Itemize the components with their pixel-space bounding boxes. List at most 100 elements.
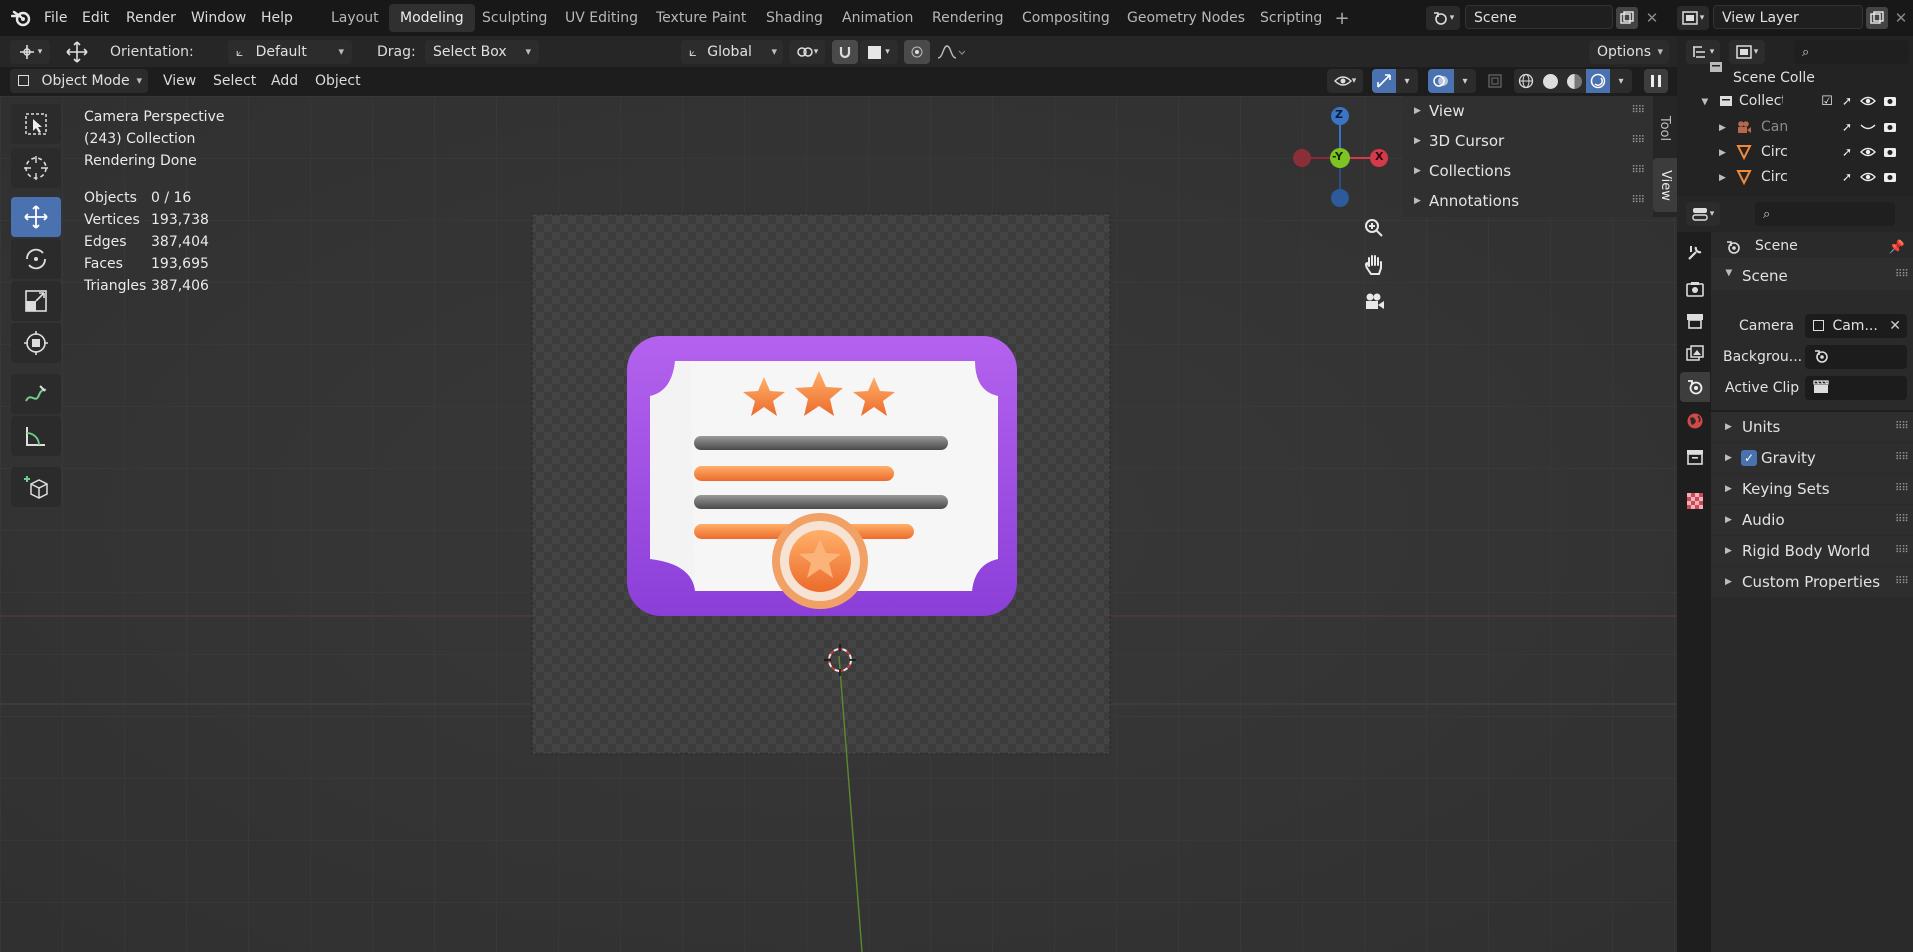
tab-geometry-nodes[interactable]: Geometry Nodes — [1116, 4, 1256, 32]
display-mode-icon[interactable]: ▾ — [1729, 40, 1765, 64]
annotate-tool[interactable] — [11, 374, 61, 414]
output-tab-icon[interactable] — [1682, 308, 1708, 334]
render-camera-icon[interactable] — [1881, 93, 1899, 109]
snap-target-icon[interactable]: ▾ — [860, 40, 898, 64]
expand-arrow-icon[interactable]: ▶ — [1699, 99, 1709, 106]
new-scene-icon[interactable] — [1616, 7, 1638, 29]
gizmo-options-icon[interactable]: ▾ — [1396, 69, 1418, 93]
transform-orientation-dropdown[interactable]: ⟀ Global ▾ — [681, 40, 783, 64]
overlay-toggle-icon[interactable] — [1428, 69, 1454, 93]
menu-window[interactable]: Window — [191, 6, 246, 30]
drag-handle-icon[interactable]: ⠿⠿ — [1631, 126, 1645, 156]
tab-scripting[interactable]: Scripting — [1249, 4, 1333, 32]
menu-render[interactable]: Render — [126, 6, 176, 30]
eye-icon[interactable] — [1859, 93, 1877, 109]
outliner-item-label[interactable]: Can — [1761, 119, 1788, 135]
drag-handle-icon[interactable]: ⠿⠿ — [1895, 483, 1909, 494]
tab-shading[interactable]: Shading — [755, 4, 834, 32]
collapse-arrow-icon[interactable]: ▶ — [1723, 270, 1733, 277]
render-camera-icon[interactable] — [1881, 169, 1899, 185]
npanel-3d-cursor[interactable]: ▶ 3D Cursor ⠿⠿ — [1404, 126, 1652, 156]
3d-viewport[interactable]: Camera Perspective (243) Collection Rend… — [0, 96, 1677, 952]
camera-view-icon[interactable] — [1361, 289, 1387, 315]
drag-handle-icon[interactable]: ⠿⠿ — [1895, 421, 1909, 432]
tab-compositing[interactable]: Compositing — [1011, 4, 1121, 32]
visibility-icon[interactable]: ▾ — [1327, 69, 1363, 93]
measure-tool[interactable] — [11, 416, 61, 456]
view-menu[interactable]: View — [163, 69, 196, 93]
tab-rendering[interactable]: Rendering — [921, 4, 1015, 32]
move-tool[interactable] — [11, 197, 61, 237]
material-shading-icon[interactable] — [1562, 69, 1586, 93]
expand-arrow-icon[interactable]: ▶ — [1719, 148, 1726, 158]
drag-dropdown[interactable]: Select Box ▾ — [425, 40, 539, 64]
drag-handle-icon[interactable]: ⠿⠿ — [1631, 96, 1645, 126]
collection-tab-icon[interactable] — [1682, 444, 1708, 470]
view-layer-selector-icon[interactable]: ▾ — [1677, 6, 1709, 30]
scene-selector-icon[interactable]: ▾ — [1426, 6, 1460, 30]
object-menu[interactable]: Object — [315, 69, 361, 93]
tab-animation[interactable]: Animation — [831, 4, 924, 32]
collection-label[interactable]: Collectio — [1739, 93, 1783, 109]
sidebar-tab-tool[interactable]: Tool — [1653, 102, 1677, 154]
tab-layout[interactable]: Layout — [320, 4, 390, 32]
render-camera-icon[interactable] — [1881, 119, 1899, 135]
select-menu[interactable]: Select — [213, 69, 256, 93]
falloff-curve-icon[interactable] — [932, 40, 970, 64]
drag-handle-icon[interactable]: ⠿⠿ — [1631, 186, 1645, 216]
pivot-point-icon[interactable]: ▾ — [789, 40, 825, 64]
editor-type-icon[interactable]: ▾ — [1686, 202, 1720, 226]
gizmo-toggle-icon[interactable] — [1372, 69, 1396, 93]
tab-texture-paint[interactable]: Texture Paint — [645, 4, 757, 32]
pause-render-icon[interactable] — [1644, 69, 1668, 93]
selectable-arrow-icon[interactable]: ➚ — [1839, 93, 1855, 109]
shading-options-icon[interactable]: ▾ — [1610, 69, 1632, 93]
drag-handle-icon[interactable]: ⠿⠿ — [1895, 269, 1909, 280]
eye-icon[interactable] — [1859, 169, 1877, 185]
expand-arrow-icon[interactable]: ▶ — [1719, 173, 1726, 183]
texture-tab-icon[interactable] — [1682, 488, 1708, 514]
add-menu[interactable]: Add — [271, 69, 298, 93]
gravity-section[interactable]: ▶ ✓ Gravity ⠿⠿ — [1711, 443, 1913, 473]
transform-tool[interactable] — [11, 323, 61, 363]
drag-handle-icon[interactable]: ⠿⠿ — [1895, 452, 1909, 463]
render-tab-icon[interactable] — [1682, 276, 1708, 302]
outliner-item-label[interactable]: Circ — [1761, 144, 1788, 160]
transform-tool-icon[interactable]: ▾ — [10, 40, 50, 64]
options-dropdown[interactable]: Options ▾ — [1589, 40, 1669, 64]
drag-handle-icon[interactable]: ⠿⠿ — [1631, 156, 1645, 186]
world-tab-icon[interactable] — [1682, 408, 1708, 434]
selectable-arrow-icon[interactable]: ➚ — [1839, 119, 1855, 135]
rigid-body-world-section[interactable]: ▶ Rigid Body World ⠿⠿ — [1711, 536, 1913, 566]
scale-tool[interactable] — [11, 281, 61, 321]
drag-handle-icon[interactable]: ⠿⠿ — [1895, 576, 1909, 587]
mode-dropdown[interactable]: Object Mode ▾ — [10, 69, 148, 93]
scene-name-field[interactable]: Scene — [1465, 5, 1613, 29]
view-layer-field[interactable]: View Layer — [1713, 5, 1863, 29]
outliner-item-label[interactable]: Circ — [1761, 169, 1788, 185]
rotate-tool[interactable] — [11, 239, 61, 279]
tab-sculpting[interactable]: Sculpting — [471, 4, 558, 32]
tool-tab-icon[interactable] — [1682, 240, 1708, 266]
outliner-search-input[interactable]: ⌕ — [1794, 40, 1909, 64]
delete-scene-icon[interactable]: ✕ — [1642, 7, 1662, 29]
new-view-layer-icon[interactable] — [1866, 7, 1888, 29]
npanel-view[interactable]: ▶ View ⠿⠿ — [1404, 96, 1652, 126]
add-workspace-icon[interactable]: + — [1332, 8, 1352, 29]
tab-uv-editing[interactable]: UV Editing — [554, 4, 649, 32]
eye-closed-icon[interactable] — [1859, 119, 1877, 135]
drag-handle-icon[interactable]: ⠿⠿ — [1895, 514, 1909, 525]
selectable-arrow-icon[interactable]: ➚ — [1839, 144, 1855, 160]
background-field[interactable] — [1805, 345, 1907, 369]
orientation-dropdown[interactable]: ⟀ Default ▾ — [228, 40, 352, 64]
exclude-checkbox-icon[interactable]: ☑ — [1819, 93, 1835, 109]
proportional-edit-icon[interactable] — [904, 40, 930, 64]
pin-icon[interactable]: 📌 — [1887, 237, 1907, 257]
expand-arrow-icon[interactable]: ▶ — [1719, 123, 1726, 133]
render-camera-icon[interactable] — [1881, 144, 1899, 160]
delete-view-layer-icon[interactable]: ✕ — [1891, 7, 1911, 29]
add-cube-tool[interactable] — [11, 467, 61, 507]
selectable-arrow-icon[interactable]: ➚ — [1839, 169, 1855, 185]
view-layer-tab-icon[interactable] — [1682, 340, 1708, 366]
keying-sets-section[interactable]: ▶ Keying Sets ⠿⠿ — [1711, 474, 1913, 504]
